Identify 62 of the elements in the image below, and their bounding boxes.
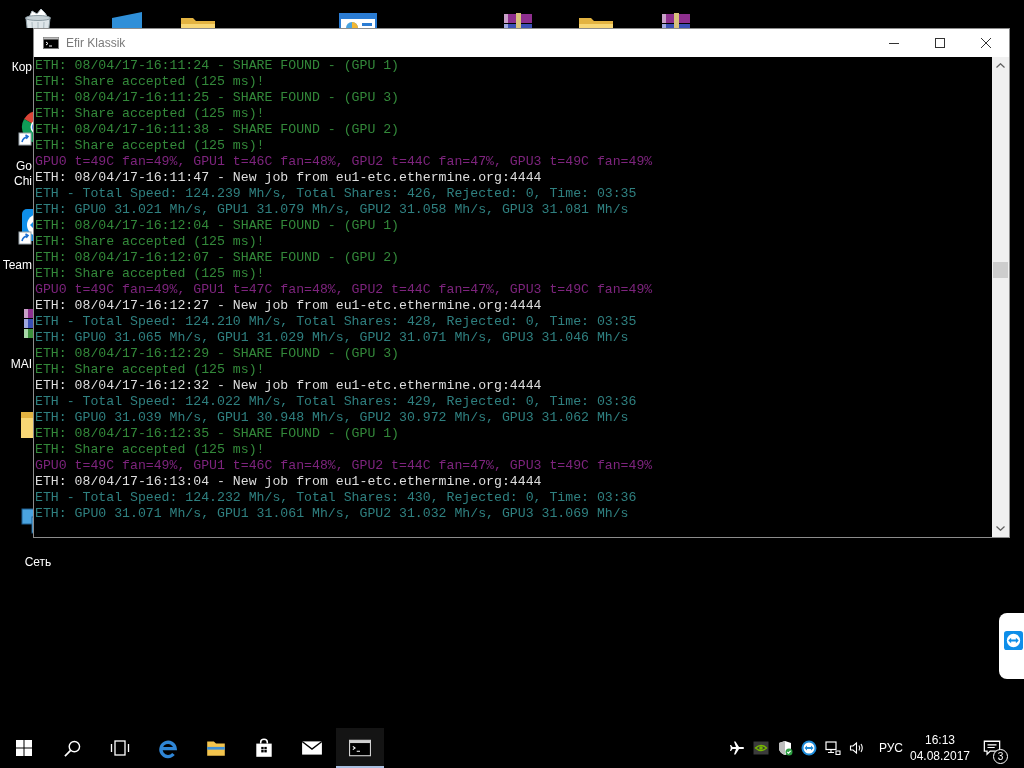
console-line: ETH: Share accepted (125 ms)! (35, 362, 265, 378)
console-line: ETH: Share accepted (125 ms)! (35, 106, 265, 122)
shopping-bag-icon[interactable] (253, 737, 275, 759)
console-line: ETH - Total Speed: 124.210 Mh/s, Total Shares: 428, Rejected: 0, Time: 03:35 (35, 314, 637, 330)
airplane-icon[interactable] (729, 740, 745, 756)
scroll-down-icon[interactable] (996, 526, 1005, 531)
volume-icon[interactable] (849, 740, 865, 756)
console-line: ETH: Share accepted (125 ms)! (35, 442, 265, 458)
close-icon[interactable] (981, 38, 991, 48)
console-line: ETH: Share accepted (125 ms)! (35, 74, 265, 90)
notification-badge: 3 (993, 749, 1008, 764)
icon-label[interactable]: Кор (11, 60, 32, 75)
double-arrow-icon[interactable] (801, 740, 817, 756)
console-line: ETH: 08/04/17-16:12:32 - New job from eu1-etc.ethermine.org:4444 (35, 378, 542, 394)
console-line: GPU0 t=49C fan=49%, GPU1 t=46C fan=48%, GPU2 t=44C fan=47%, GPU3 t=49C fan=49% (35, 154, 653, 170)
clock-date[interactable]: 04.08.2017 (909, 748, 971, 764)
console-line: ETH: 08/04/17-16:11:38 - SHARE FOUND - (GPU 2) (35, 122, 400, 138)
console-line: ETH - Total Speed: 124.232 Mh/s, Total Shares: 430, Rejected: 0, Time: 03:36 (35, 490, 637, 506)
console-line: ETH: 08/04/17-16:12:35 - SHARE FOUND - (GPU 1) (35, 426, 400, 442)
console-line: ETH: 08/04/17-16:11:24 - SHARE FOUND - (GPU 1) (35, 58, 400, 74)
icon-label[interactable]: Сеть (24, 555, 52, 570)
terminal-icon[interactable] (349, 737, 371, 759)
icon-label[interactable]: MAI (10, 357, 32, 372)
console-line: ETH - Total Speed: 124.239 Mh/s, Total Shares: 426, Rejected: 0, Time: 03:35 (35, 186, 637, 202)
side-tab[interactable] (999, 613, 1024, 679)
console-line: ETH - Total Speed: 124.022 Mh/s, Total Shares: 429, Rejected: 0, Time: 03:36 (35, 394, 637, 410)
scroll-up-icon[interactable] (996, 63, 1005, 68)
task-view-icon[interactable] (110, 740, 130, 756)
console-line: ETH: 08/04/17-16:12:27 - New job from eu1-etc.ethermine.org:4444 (35, 298, 542, 314)
language-indicator[interactable]: РУС (879, 739, 903, 757)
console-line: ETH: 08/04/17-16:12:07 - SHARE FOUND - (GPU 2) (35, 250, 400, 266)
scrollbar[interactable] (992, 57, 1009, 537)
terminal-icon[interactable] (43, 37, 59, 49)
console-line: ETH: GPU0 31.039 Mh/s, GPU1 30.948 Mh/s, GPU2 30.972 Mh/s, GPU3 31.062 Mh/s (35, 410, 629, 426)
console-line: ETH: Share accepted (125 ms)! (35, 234, 265, 250)
icon-label[interactable]: Team (2, 258, 32, 273)
minimize-icon[interactable] (889, 42, 899, 44)
window-chart-icon[interactable] (338, 10, 378, 28)
console-line: ETH: 08/04/17-16:12:29 - SHARE FOUND - (GPU 3) (35, 346, 400, 362)
scrollbar-thumb[interactable] (993, 262, 1008, 278)
shield-icon[interactable] (777, 740, 793, 756)
console-line: GPU0 t=49C fan=49%, GPU1 t=47C fan=48%, GPU2 t=44C fan=47%, GPU3 t=49C fan=49% (35, 282, 653, 298)
console-line: ETH: Share accepted (125 ms)! (35, 266, 265, 282)
window-title: Efir Klassik (66, 35, 126, 52)
eye-logo-icon[interactable] (753, 740, 769, 756)
console-line: ETH: GPU0 31.065 Mh/s, GPU1 31.029 Mh/s, GPU2 31.071 Mh/s, GPU3 31.046 Mh/s (35, 330, 629, 346)
console-line: ETH: 08/04/17-16:11:47 - New job from eu1-etc.ethermine.org:4444 (35, 170, 542, 186)
search-icon[interactable] (63, 739, 81, 757)
console-line: ETH: GPU0 31.071 Mh/s, GPU1 31.061 Mh/s, GPU2 31.032 Mh/s, GPU3 31.069 Mh/s (35, 506, 629, 522)
console-line: GPU0 t=49C fan=49%, GPU1 t=46C fan=48%, GPU2 t=44C fan=47%, GPU3 t=49C fan=49% (35, 458, 653, 474)
clock-time[interactable]: 16:13 (925, 732, 955, 748)
network-icon[interactable] (825, 740, 841, 756)
maximize-icon[interactable] (935, 38, 945, 48)
notification-button[interactable]: 3 (975, 728, 1015, 768)
console-line: ETH: Share accepted (125 ms)! (35, 138, 265, 154)
console-line: ETH: 08/04/17-16:12:04 - SHARE FOUND - (GPU 1) (35, 218, 400, 234)
icon-label[interactable]: Go Chi (14, 159, 32, 189)
taskbar-app-button[interactable] (336, 728, 384, 768)
console-line: ETH: GPU0 31.021 Mh/s, GPU1 31.079 Mh/s, GPU2 31.058 Mh/s, GPU3 31.081 Mh/s (35, 202, 629, 218)
console-line: ETH: 08/04/17-16:13:04 - New job from eu1-etc.ethermine.org:4444 (35, 474, 542, 490)
console-line: ETH: 08/04/17-16:11:25 - SHARE FOUND - (GPU 3) (35, 90, 400, 106)
windows-icon[interactable] (16, 740, 32, 756)
